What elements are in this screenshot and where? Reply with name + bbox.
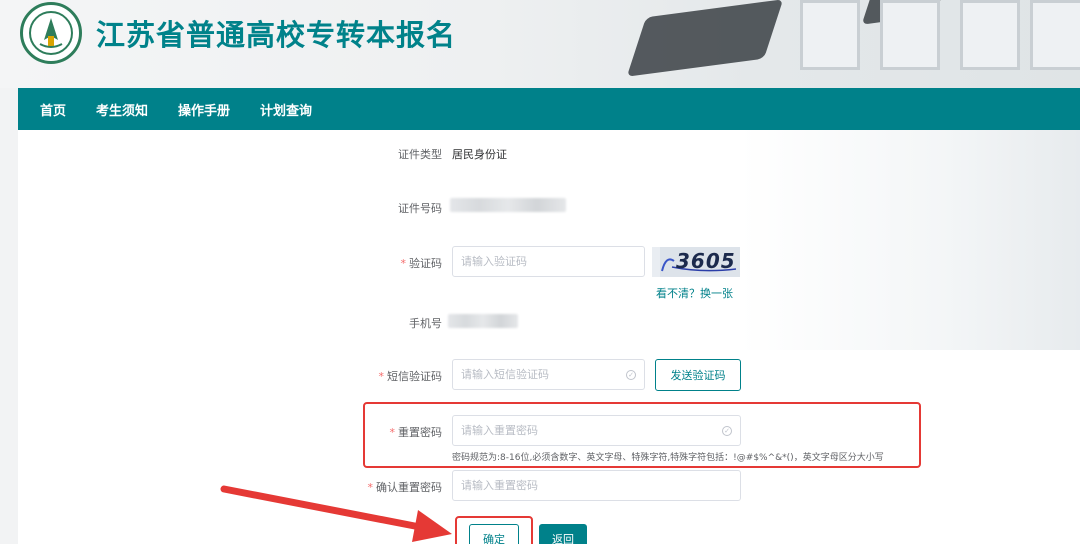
site-title: 江苏省普通高校专转本报名 [96, 18, 457, 52]
captcha-image[interactable]: 3605 [652, 247, 740, 277]
check-circle-icon: ✓ [626, 370, 636, 380]
annotation-highlight-box [363, 402, 921, 468]
back-button[interactable]: 返回 [539, 524, 587, 544]
captcha-label: * 验证码 [400, 257, 443, 270]
captcha-input[interactable] [452, 246, 645, 277]
emblem-icon [29, 11, 73, 55]
background-decoration [740, 130, 1080, 350]
id-type-label: 证件类型 [398, 148, 442, 161]
nav-item-home[interactable]: 首页 [40, 100, 66, 119]
reset-password-form: 证件类型 居民身份证 证件号码 *验证码 3605 看不清？换一张 手机号 *短… [18, 130, 1080, 544]
captcha-refresh-link[interactable]: 看不清？换一张 [656, 285, 733, 301]
id-type-value: 居民身份证 [452, 148, 507, 161]
id-number-redacted [450, 198, 566, 212]
phone-label: 手机号 [409, 317, 442, 330]
confirm-password-input[interactable] [452, 470, 741, 501]
nav-item-candidate-notice[interactable]: 考生须知 [96, 100, 148, 119]
phone-redacted [448, 314, 518, 328]
nav-item-plan-query[interactable]: 计划查询 [260, 100, 312, 119]
site-header: 江苏省普通高校专转本报名 [0, 0, 1080, 88]
captcha-image-text: 3605 [676, 249, 736, 273]
nav-item-manual[interactable]: 操作手册 [178, 100, 230, 119]
building-window-decoration [800, 0, 860, 70]
sms-code-label: * 短信验证码 [378, 370, 443, 383]
building-window-decoration [960, 0, 1020, 70]
graduation-cap-decoration [626, 0, 784, 77]
confirm-password-label: * 确认重置密码 [367, 481, 443, 494]
main-nav: 首页 考生须知 操作手册 计划查询 [18, 88, 1080, 130]
building-window-decoration [880, 0, 940, 70]
annotation-highlight-box [455, 516, 533, 544]
send-sms-code-button[interactable]: 发送验证码 [655, 359, 741, 391]
sms-code-input[interactable] [452, 359, 645, 390]
id-number-label: 证件号码 [398, 202, 442, 215]
building-window-decoration [1030, 0, 1080, 70]
emblem-logo [20, 2, 82, 64]
